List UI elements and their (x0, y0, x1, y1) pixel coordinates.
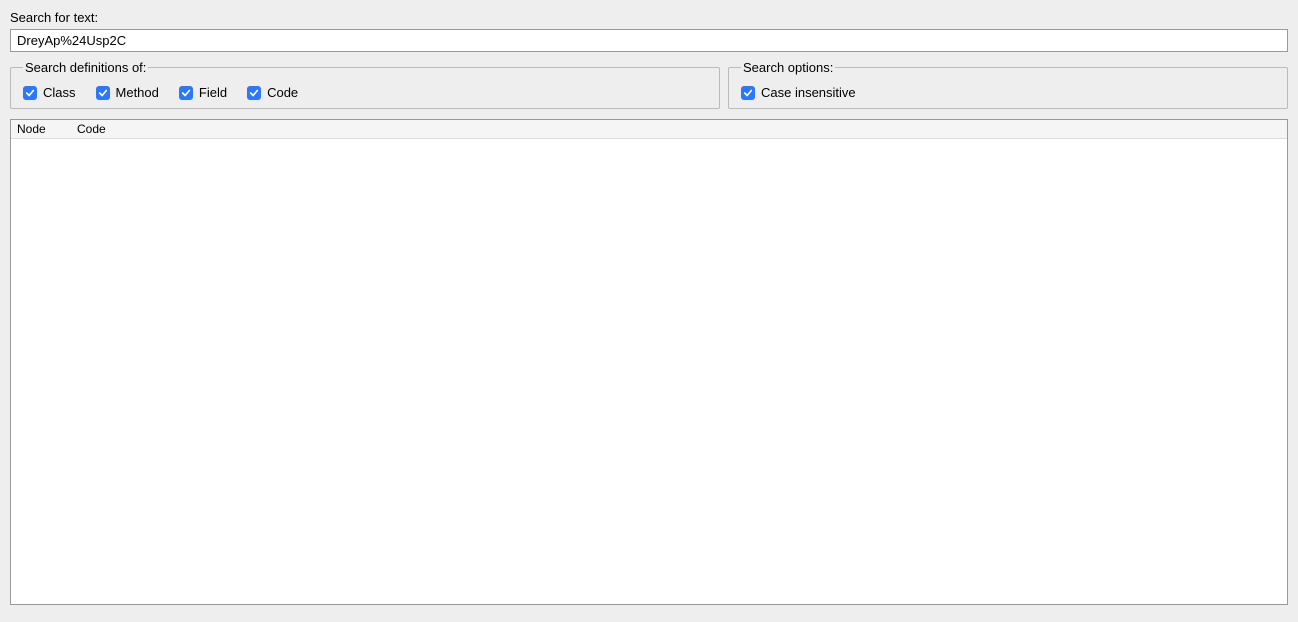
search-definitions-legend: Search definitions of: (23, 60, 148, 75)
class-checkbox-label[interactable]: Class (43, 85, 76, 100)
results-table[interactable]: Node Code (10, 119, 1288, 605)
code-checkbox-label[interactable]: Code (267, 85, 298, 100)
code-checkbox[interactable] (247, 86, 261, 100)
search-label: Search for text: (10, 10, 1288, 25)
case-insensitive-checkbox[interactable] (741, 86, 755, 100)
search-definitions-fieldset: Search definitions of: Class Method Fiel… (10, 60, 720, 109)
field-checkbox[interactable] (179, 86, 193, 100)
field-checkbox-label[interactable]: Field (199, 85, 227, 100)
case-insensitive-checkbox-label[interactable]: Case insensitive (761, 85, 856, 100)
search-options-legend: Search options: (741, 60, 835, 75)
column-header-code[interactable]: Code (71, 120, 1287, 138)
results-table-header: Node Code (11, 120, 1287, 139)
search-input[interactable] (10, 29, 1288, 52)
search-options-fieldset: Search options: Case insensitive (728, 60, 1288, 109)
column-header-node[interactable]: Node (11, 120, 71, 138)
method-checkbox-label[interactable]: Method (116, 85, 159, 100)
method-checkbox[interactable] (96, 86, 110, 100)
class-checkbox[interactable] (23, 86, 37, 100)
